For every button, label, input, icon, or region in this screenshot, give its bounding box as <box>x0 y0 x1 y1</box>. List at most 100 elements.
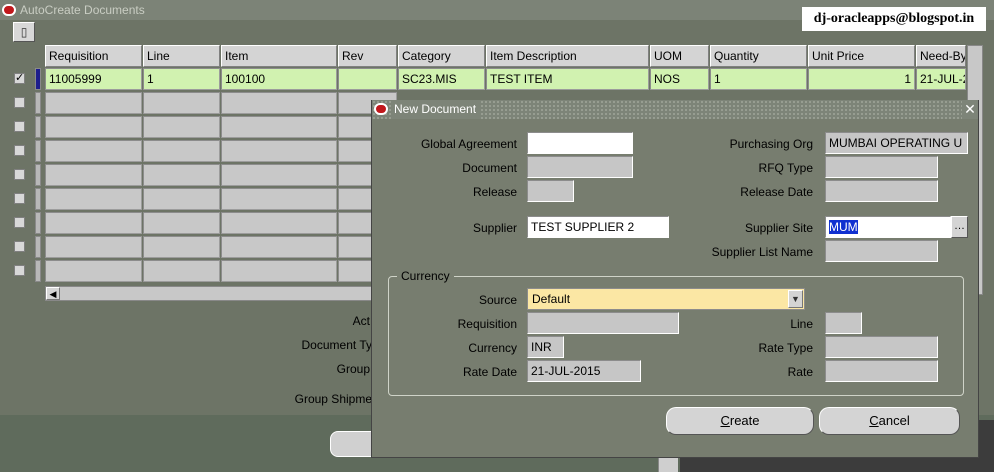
empty-cell[interactable] <box>45 188 142 210</box>
row-select-checkbox[interactable] <box>14 121 25 132</box>
close-icon[interactable]: ✕ <box>962 100 978 119</box>
empty-cell[interactable] <box>221 188 337 210</box>
empty-cell[interactable] <box>45 116 142 138</box>
scroll-left-arrow-icon[interactable]: ◀ <box>46 287 60 300</box>
row-select-checkbox[interactable] <box>14 145 25 156</box>
rate-label: Rate <box>787 365 813 379</box>
action-label: Act <box>352 314 370 328</box>
supplier-site-selected-text: MUM <box>829 220 858 234</box>
empty-cell[interactable] <box>45 212 142 234</box>
supplier-site-field[interactable]: MUM <box>825 216 951 238</box>
requisition-label: Requisition <box>457 317 517 331</box>
requisition-field[interactable] <box>527 312 679 334</box>
create-label: reate <box>729 413 760 428</box>
cancel-mnemonic: C <box>869 413 879 428</box>
empty-cell[interactable] <box>143 236 220 258</box>
column-header-rev[interactable]: Rev <box>338 45 397 67</box>
empty-cell[interactable] <box>143 212 220 234</box>
empty-cell[interactable] <box>221 164 337 186</box>
empty-cell[interactable] <box>143 188 220 210</box>
cell-line[interactable]: 1 <box>143 68 220 90</box>
empty-cell[interactable] <box>143 140 220 162</box>
cell-item[interactable]: 100100 <box>221 68 337 90</box>
empty-cell[interactable] <box>143 260 220 282</box>
column-header-line[interactable]: Line <box>143 45 220 67</box>
empty-cell[interactable] <box>45 140 142 162</box>
column-header-unit-price[interactable]: Unit Price <box>808 45 915 67</box>
empty-cell[interactable] <box>45 164 142 186</box>
cancel-label: ancel <box>878 413 910 428</box>
empty-cell[interactable] <box>143 164 220 186</box>
empty-cell[interactable] <box>45 236 142 258</box>
cell-rev[interactable] <box>338 68 397 90</box>
column-header-requisition[interactable]: Requisition <box>45 45 142 67</box>
empty-cell[interactable] <box>143 116 220 138</box>
currency-field[interactable]: INR <box>527 336 564 358</box>
column-header-item-description[interactable]: Item Description <box>486 45 649 67</box>
supplier-site-lov-button[interactable]: … <box>951 216 968 238</box>
document-field[interactable] <box>527 156 633 178</box>
rate-type-field[interactable] <box>825 336 938 358</box>
row-select-checkbox[interactable] <box>14 71 25 84</box>
cancel-button[interactable]: Cancel <box>819 407 960 435</box>
line-field[interactable] <box>825 312 862 334</box>
row-indicator[interactable] <box>35 92 41 114</box>
global-agreement-field[interactable] <box>527 132 633 154</box>
source-select[interactable]: Default <box>527 288 805 310</box>
empty-cell[interactable] <box>221 140 337 162</box>
release-date-label: Release Date <box>740 185 813 199</box>
supplier-site-label: Supplier Site <box>744 221 813 235</box>
rate-field[interactable] <box>825 360 938 382</box>
empty-cell[interactable] <box>221 212 337 234</box>
currency-group-title: Currency <box>397 268 454 284</box>
cell-item-description[interactable]: TEST ITEM <box>486 68 649 90</box>
empty-cell[interactable] <box>45 260 142 282</box>
oracle-logo-icon <box>374 103 388 115</box>
column-header-category[interactable]: Category <box>398 45 485 67</box>
chevron-down-icon[interactable]: ▼ <box>788 290 803 308</box>
cell-quantity[interactable]: 1 <box>710 68 807 90</box>
row-select-checkbox[interactable] <box>14 97 25 108</box>
oracle-logo-icon <box>2 4 16 16</box>
empty-cell[interactable] <box>45 92 142 114</box>
row-indicator[interactable] <box>35 164 41 186</box>
column-header-quantity[interactable]: Quantity <box>710 45 807 67</box>
column-header-uom[interactable]: UOM <box>650 45 709 67</box>
cell-unit-price[interactable]: 1 <box>808 68 915 90</box>
rate-date-field[interactable]: 21-JUL-2015 <box>527 360 641 382</box>
row-select-checkbox[interactable] <box>14 241 25 252</box>
attachment-toolbar-button[interactable]: ▯ <box>13 22 35 42</box>
current-row-indicator[interactable] <box>35 68 41 90</box>
supplier-list-name-field[interactable] <box>825 240 938 262</box>
purchasing-org-field[interactable]: MUMBAI OPERATING U <box>825 132 968 154</box>
horizontal-scrollbar[interactable] <box>45 286 380 301</box>
cell-category[interactable]: SC23.MIS <box>398 68 485 90</box>
release-field[interactable] <box>527 180 574 202</box>
empty-cell[interactable] <box>221 116 337 138</box>
row-select-checkbox[interactable] <box>14 193 25 204</box>
release-date-field[interactable] <box>825 180 938 202</box>
empty-cell[interactable] <box>221 236 337 258</box>
row-indicator[interactable] <box>35 212 41 234</box>
row-select-checkbox[interactable] <box>14 169 25 180</box>
row-select-checkbox[interactable] <box>14 265 25 276</box>
release-label: Release <box>472 185 517 199</box>
column-header-item[interactable]: Item <box>221 45 337 67</box>
empty-cell[interactable] <box>143 92 220 114</box>
column-header-need-by[interactable]: Need-By <box>916 45 966 67</box>
rfq-type-field[interactable] <box>825 156 938 178</box>
row-indicator[interactable] <box>35 188 41 210</box>
row-indicator[interactable] <box>35 260 41 282</box>
row-indicator[interactable] <box>35 116 41 138</box>
cell-need-by[interactable]: 21-JUL-2 <box>916 68 966 90</box>
empty-cell[interactable] <box>221 92 337 114</box>
cell-requisition[interactable]: 11005999 <box>45 68 142 90</box>
cell-uom[interactable]: NOS <box>650 68 709 90</box>
rate-date-label: Rate Date <box>462 365 517 379</box>
supplier-field[interactable]: TEST SUPPLIER 2 <box>527 216 669 238</box>
row-indicator[interactable] <box>35 140 41 162</box>
row-indicator[interactable] <box>35 236 41 258</box>
row-select-checkbox[interactable] <box>14 217 25 228</box>
empty-cell[interactable] <box>221 260 337 282</box>
create-button[interactable]: Create <box>666 407 814 435</box>
